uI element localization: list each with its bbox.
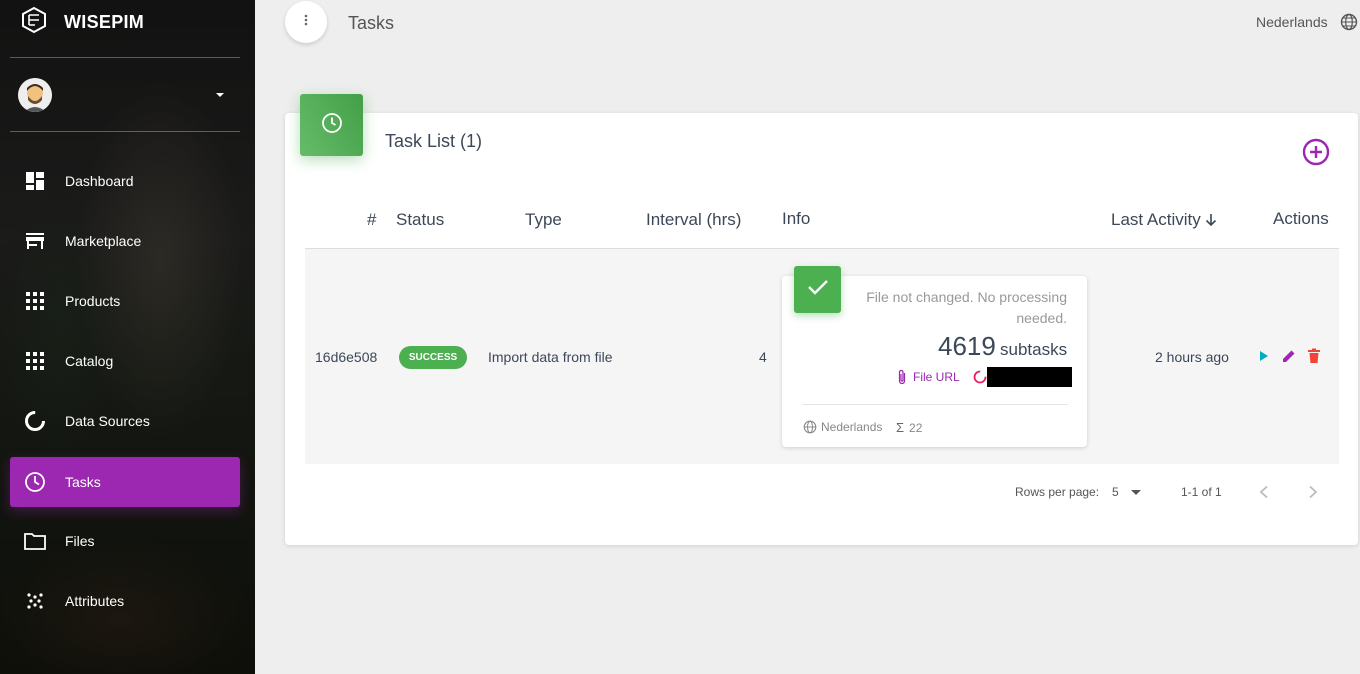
chevron-down-icon[interactable]: [216, 93, 224, 97]
folder-icon: [24, 530, 46, 552]
sidebar-item-label: Attributes: [65, 593, 125, 609]
info-language: Nederlands: [803, 420, 882, 434]
card-header-icon: [300, 94, 363, 156]
sidebar-item-label: Data Sources: [65, 413, 150, 429]
logo-icon: [20, 6, 48, 39]
globe-icon: [803, 420, 817, 434]
sidebar-item-label: Marketplace: [65, 233, 142, 249]
page-title: Tasks: [348, 13, 395, 33]
sidebar-item-catalog[interactable]: Catalog: [10, 336, 240, 386]
arrow-down-icon: [1205, 213, 1217, 227]
sidebar-item-data-sources[interactable]: Data Sources: [10, 396, 240, 446]
attachment-icon: [897, 369, 907, 385]
more-vert-icon: [304, 13, 308, 31]
file-url-label: File URL: [913, 370, 960, 384]
info-sum-value: 22: [909, 420, 923, 435]
clock-icon: [320, 111, 344, 140]
sidebar-item-label: Files: [65, 533, 95, 549]
column-header-interval: Interval (hrs): [646, 210, 742, 229]
sidebar-item-label: Catalog: [65, 353, 114, 369]
sidebar-item-products[interactable]: Products: [10, 276, 240, 326]
sidebar-item-label: Tasks: [65, 474, 101, 490]
sidebar-item-label: Dashboard: [65, 173, 134, 189]
donut-icon: [24, 410, 46, 432]
row-actions: [1257, 348, 1321, 364]
check-icon: [807, 278, 829, 301]
add-task-button[interactable]: [1302, 138, 1330, 171]
play-icon[interactable]: [1257, 349, 1271, 363]
sidebar-item-dashboard[interactable]: Dashboard: [10, 156, 240, 206]
column-header-last-activity[interactable]: Last Activity: [1111, 210, 1217, 230]
rows-per-page-label: Rows per page:: [1015, 485, 1100, 499]
pagination-range: 1-1 of 1: [1181, 485, 1222, 499]
subtask-label: subtasks: [1000, 340, 1068, 359]
divider: [10, 131, 240, 132]
chevron-down-icon[interactable]: [1131, 490, 1141, 495]
globe-icon[interactable]: [1340, 13, 1358, 36]
file-url-link[interactable]: File URL: [897, 369, 987, 385]
task-interval: 4: [759, 349, 767, 365]
more-menu-button[interactable]: [285, 1, 327, 43]
task-id: 16d6e508: [315, 349, 378, 365]
task-type: Import data from file: [488, 349, 613, 365]
delete-icon[interactable]: [1307, 348, 1321, 364]
sidebar: WISEPIM Dashboard Marketplace Products C…: [0, 0, 255, 674]
divider: [802, 404, 1068, 405]
info-message: File not changed. No processing needed.: [866, 289, 1067, 326]
grid-icon: [24, 350, 46, 372]
sidebar-item-label: Products: [65, 293, 121, 309]
brand-title: WISEPIM: [64, 11, 145, 32]
column-header-label: Last Activity: [1111, 210, 1201, 229]
sidebar-item-attributes[interactable]: Attributes: [10, 576, 240, 626]
subtask-count: 4619: [938, 331, 996, 361]
chevron-left-icon[interactable]: [1258, 485, 1270, 504]
status-badge: SUCCESS: [399, 346, 467, 369]
column-header-info: Info: [782, 209, 811, 228]
card-title: Task List (1): [385, 131, 483, 151]
sidebar-item-files[interactable]: Files: [10, 516, 240, 566]
language-selector[interactable]: Nederlands: [1256, 14, 1328, 30]
redacted-value: [987, 367, 1072, 387]
refresh-icon: [973, 370, 987, 384]
avatar: [18, 78, 52, 112]
chevron-right-icon[interactable]: [1307, 485, 1319, 504]
dots-icon: [24, 590, 46, 612]
sidebar-item-tasks[interactable]: Tasks: [10, 457, 240, 507]
divider: [10, 57, 240, 58]
sidebar-item-marketplace[interactable]: Marketplace: [10, 216, 240, 266]
column-header-type: Type: [525, 210, 562, 229]
clock-icon: [24, 471, 46, 493]
success-indicator: [794, 266, 841, 313]
rows-per-page-select[interactable]: 5: [1112, 485, 1119, 499]
column-header-id: #: [367, 210, 377, 229]
last-activity: 2 hours ago: [1155, 349, 1229, 365]
info-language-label: Nederlands: [821, 420, 883, 434]
brand[interactable]: WISEPIM: [20, 6, 145, 39]
store-icon: [24, 230, 46, 252]
column-header-status: Status: [396, 210, 445, 229]
column-header-actions: Actions: [1273, 209, 1329, 228]
dashboard-icon: [24, 170, 46, 192]
edit-icon[interactable]: [1281, 348, 1297, 364]
grid-icon: [24, 290, 46, 312]
user-menu[interactable]: [18, 78, 228, 112]
sigma-icon: Σ: [896, 420, 905, 435]
info-sum: Σ 22: [896, 420, 922, 435]
